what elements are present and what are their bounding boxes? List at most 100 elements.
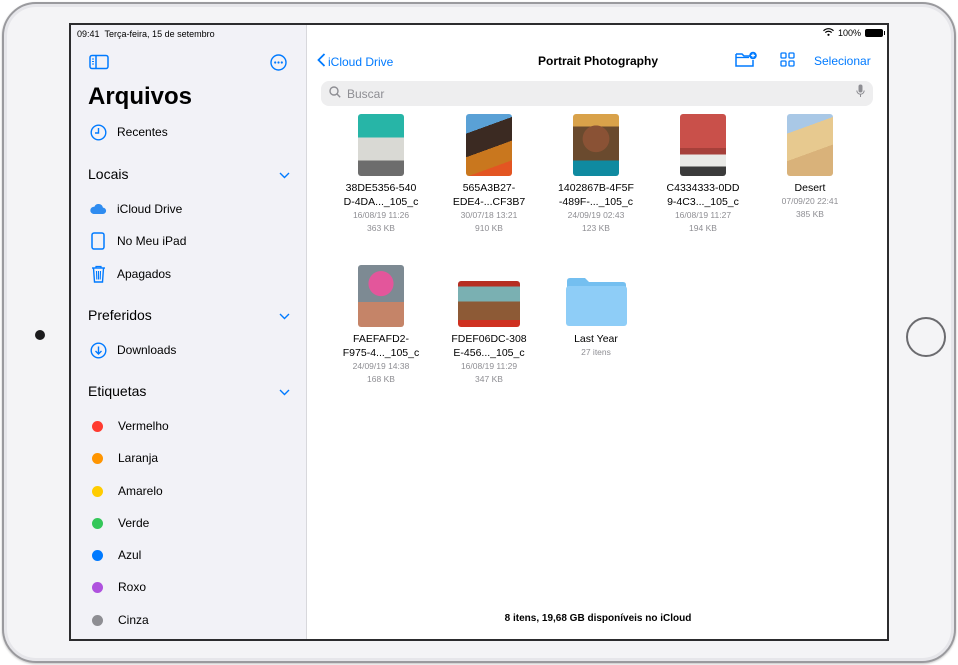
photo-thumbnail: [787, 114, 833, 176]
file-name-line2: E-456..._105_c: [453, 347, 525, 359]
sidebar-item-tag[interactable]: Amarelo: [89, 481, 163, 501]
microphone-icon[interactable]: [856, 84, 865, 103]
sidebar-item-tag[interactable]: Cinza: [89, 610, 149, 630]
file-item[interactable]: FDEF06DC-308 E-456..._105_c 16/08/19 11:29…: [435, 263, 543, 386]
main-content: 09:41 Terça-feira, 15 de setembro 100% i…: [77, 25, 887, 639]
thumbnail-wrapper: [435, 112, 543, 176]
search-icon: [329, 85, 341, 103]
clock-icon: [89, 123, 107, 141]
thumbnail-wrapper: [649, 112, 757, 176]
sidebar-item-label: iCloud Drive: [117, 202, 183, 216]
photo-thumbnail: [358, 265, 404, 327]
chevron-down-icon[interactable]: [279, 166, 290, 182]
file-item[interactable]: C4334333-0DD 9-4C3..._105_c 16/08/19 11:27…: [649, 112, 757, 235]
sidebar-title: Arquivos: [88, 83, 193, 110]
file-name-line2: EDE4-...CF3B7: [452, 196, 526, 208]
file-size: 385 KB: [796, 209, 824, 219]
sidebar-toggle-icon[interactable]: [89, 54, 109, 75]
thumbnail-wrapper: [327, 263, 435, 327]
file-name-line1: Desert: [794, 182, 826, 194]
file-size: 910 KB: [475, 223, 503, 233]
photo-thumbnail: [358, 114, 404, 176]
date-text: Terça-feira, 15 de setembro: [104, 29, 215, 39]
sidebar-item-recents[interactable]: Recentes: [89, 122, 168, 142]
file-name-line1: C4334333-0DD: [666, 182, 740, 194]
photo-thumbnail: [458, 281, 520, 327]
file-date: 16/08/19 11:26: [352, 210, 410, 220]
photo-thumbnail: [466, 114, 512, 176]
section-title: Locais: [88, 166, 129, 182]
home-button[interactable]: [906, 317, 946, 357]
sidebar-item-icloud-drive[interactable]: iCloud Drive: [89, 199, 182, 219]
back-button[interactable]: iCloud Drive: [317, 53, 393, 70]
status-right: 100%: [823, 28, 885, 38]
sidebar-item-tag[interactable]: Verde: [89, 513, 149, 533]
file-size: 123 KB: [582, 223, 610, 233]
sidebar-item-on-my-ipad[interactable]: No Meu iPad: [89, 231, 186, 251]
sidebar-item-label: Recentes: [117, 125, 168, 139]
sidebar-item-label: Azul: [118, 548, 142, 562]
sidebar-item-label: Amarelo: [118, 484, 163, 498]
section-title: Etiquetas: [88, 383, 147, 399]
tag-color-dot-icon: [92, 420, 103, 432]
new-folder-button[interactable]: [735, 51, 757, 70]
front-camera: [35, 330, 45, 340]
section-tags-header[interactable]: Etiquetas: [88, 383, 290, 399]
tag-color-dot-icon: [92, 485, 103, 497]
more-options-icon[interactable]: [270, 54, 287, 76]
file-name-line2: F975-4..._105_c: [342, 347, 420, 359]
sidebar-item-tag[interactable]: Vermelho: [89, 416, 169, 436]
file-date: 16/08/19 11:27: [674, 210, 732, 220]
file-date: 30/07/18 13:21: [460, 210, 518, 220]
photo-thumbnail: [573, 114, 619, 176]
file-name-line2: 9-4C3..._105_c: [667, 196, 739, 208]
sidebar-item-label: Apagados: [117, 267, 172, 281]
status-time: 09:41 Terça-feira, 15 de setembro: [77, 29, 215, 39]
search-bar[interactable]: [321, 81, 873, 106]
file-date: 24/09/19 14:38: [352, 361, 410, 371]
tag-color-dot-icon: [92, 452, 103, 464]
storage-footer: 8 itens, 19,68 GB disponíveis no iCloud: [504, 613, 692, 624]
file-name-line2: -489F-..._105_c: [558, 196, 634, 208]
download-icon: [89, 341, 107, 359]
photo-thumbnail: [680, 114, 726, 176]
chevron-down-icon[interactable]: [279, 383, 290, 399]
sidebar-item-label: Laranja: [118, 451, 159, 465]
file-date: 16/08/19 11:29: [460, 361, 518, 371]
sidebar-item-tag[interactable]: Laranja: [89, 448, 158, 468]
sidebar-item-tag[interactable]: Roxo: [89, 577, 146, 597]
sidebar-item-label: Verde: [118, 516, 150, 530]
page-title: Portrait Photography: [537, 54, 658, 68]
tag-color-dot-icon: [92, 614, 103, 626]
folder-item[interactable]: Last Year 27 itens: [542, 263, 650, 359]
file-item[interactable]: 1402867B-4F5F -489F-..._105_c 24/09/19 02:…: [542, 112, 650, 235]
thumbnail-wrapper: [327, 112, 435, 176]
file-item[interactable]: FAEFAFD2- F975-4..._105_c 24/09/19 14:38 16…: [327, 263, 435, 386]
folder-name: Last Year: [574, 333, 618, 345]
sidebar-item-label: Roxo: [118, 580, 147, 594]
sidebar-item-tag[interactable]: Azul: [89, 545, 141, 565]
sidebar-item-label: Cinza: [118, 613, 149, 627]
file-item[interactable]: 565A3B27- EDE4-...CF3B7 30/07/18 13:21 910 …: [435, 112, 543, 235]
thumbnail-wrapper: [542, 112, 650, 176]
section-favorites-header[interactable]: Preferidos: [88, 307, 290, 323]
file-size: 168 KB: [367, 374, 395, 384]
chevron-down-icon[interactable]: [279, 307, 290, 323]
folder-icon: [566, 278, 627, 326]
file-name-line1: 38DE5356-540: [345, 182, 417, 194]
battery-icon: [865, 29, 885, 37]
select-button[interactable]: Selecionar: [814, 54, 871, 68]
file-size: 347 KB: [475, 374, 503, 384]
file-item[interactable]: 38DE5356-540 D-4DA..._105_c 16/08/19 11:26…: [327, 112, 435, 235]
file-name-line1: FDEF06DC-308: [451, 333, 527, 345]
section-locations-header[interactable]: Locais: [88, 166, 290, 182]
search-input[interactable]: [347, 86, 850, 101]
chevron-left-icon: [317, 53, 326, 70]
file-item[interactable]: Desert 07/09/20 22:41 385 KB: [756, 112, 864, 221]
tag-color-dot-icon: [92, 581, 103, 593]
tag-color-dot-icon: [92, 517, 103, 529]
thumbnail-wrapper: [435, 263, 543, 327]
view-mode-button[interactable]: [780, 52, 795, 70]
sidebar-item-downloads[interactable]: Downloads: [89, 340, 176, 360]
sidebar-item-recently-deleted[interactable]: Apagados: [89, 264, 171, 284]
